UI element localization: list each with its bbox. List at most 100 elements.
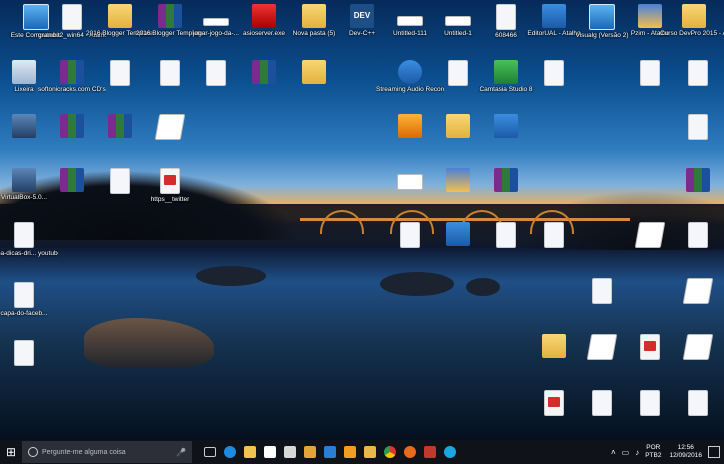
start-button[interactable]: ⊞ <box>0 440 22 464</box>
notepad-icon <box>682 334 714 360</box>
desktop-icon-doc-c[interactable] <box>664 60 724 86</box>
taskbar-app-orange[interactable] <box>340 440 360 464</box>
taskbar-pinned-apps <box>200 440 460 464</box>
taskbar-explorer[interactable] <box>240 440 260 464</box>
winrar-icon <box>494 168 518 192</box>
winrar-icon <box>252 60 276 84</box>
desktop-icon-rar-f[interactable] <box>472 168 540 192</box>
icon-label: Curso DevPro 2015 - Atalho <box>660 30 724 37</box>
taskbar-chrome[interactable] <box>380 440 400 464</box>
language-code: POR <box>646 444 661 451</box>
pdf-icon <box>640 334 660 360</box>
taskbar-photos[interactable] <box>300 440 320 464</box>
language-indicator[interactable]: POR PTB2 <box>645 444 661 460</box>
app-icon <box>398 114 422 138</box>
icon-label: capa-do-faceb... <box>0 310 48 317</box>
taskbar: ⊞ Pergunte-me alguma coisa 🎤 ˄ ▭ ♪ POR P… <box>0 440 724 464</box>
pdf-icon <box>544 390 564 416</box>
winrar-icon <box>158 4 182 28</box>
media-icon <box>284 446 296 458</box>
desktop-icon-rar-g[interactable] <box>664 168 724 192</box>
desktop-icon-notepad-c[interactable] <box>664 278 724 304</box>
taskbar-store[interactable] <box>260 440 280 464</box>
icon-label: Camtasia Studio 8 <box>479 86 533 93</box>
app-icon <box>398 60 422 84</box>
app-icon <box>542 4 566 28</box>
file-icon <box>14 282 34 308</box>
file-icon <box>448 60 468 86</box>
folder-icon <box>682 4 706 28</box>
search-placeholder: Pergunte-me alguma coisa <box>42 448 126 456</box>
vscode-icon <box>324 446 336 458</box>
image-icon <box>446 222 470 246</box>
icon-label: VirtualBox-5.0... <box>0 194 48 201</box>
taskbar-folder-b[interactable] <box>360 440 380 464</box>
file-icon <box>14 222 34 248</box>
volume-icon[interactable]: ♪ <box>635 448 639 457</box>
folder-icon <box>244 446 256 458</box>
clock[interactable]: 12:56 12/09/2016 <box>669 444 702 460</box>
rock-decor <box>380 272 454 296</box>
desktop-icon-file-j[interactable] <box>0 340 58 366</box>
taskbar-skype[interactable] <box>440 440 460 464</box>
desktop-icon-file-m[interactable] <box>664 390 724 416</box>
folder-icon <box>302 60 326 84</box>
folder-icon <box>446 114 470 138</box>
desktop-icon-doc-a[interactable] <box>520 60 588 86</box>
desktop-icon-capa-facebook[interactable]: capa-do-faceb... <box>0 282 58 318</box>
app-icon <box>494 114 518 138</box>
rock-decor <box>84 318 214 368</box>
desktop-icon-devpro[interactable]: Curso DevPro 2015 - Atalho <box>660 4 724 38</box>
app-icon <box>589 4 615 30</box>
desktop-icon-file-i[interactable] <box>568 278 636 304</box>
keyboard-layout: PTB2 <box>645 452 662 459</box>
desktop-icon-twitter-pdf[interactable]: https__twitter <box>136 168 204 204</box>
taskbar-firefox[interactable] <box>400 440 420 464</box>
chevron-up-icon[interactable]: ˄ <box>611 448 616 457</box>
app-icon <box>494 60 518 84</box>
desktop: Este Computador grambit2_win64 - Atalho … <box>0 0 724 440</box>
file-icon <box>688 390 708 416</box>
icon-label: https__twitter <box>150 196 190 203</box>
firefox-icon <box>404 446 416 458</box>
cortana-search-box[interactable]: Pergunte-me alguma coisa 🎤 <box>22 441 192 463</box>
desktop-icon-doc-e[interactable] <box>664 222 724 248</box>
store-icon <box>264 446 276 458</box>
desktop-icon-doc-d[interactable] <box>664 114 724 140</box>
image-icon <box>446 168 470 192</box>
winrar-icon <box>60 168 84 192</box>
microphone-icon[interactable]: 🎤 <box>176 448 186 457</box>
network-icon[interactable]: ▭ <box>622 448 630 457</box>
file-icon <box>688 222 708 248</box>
taskbar-app-red[interactable] <box>420 440 440 464</box>
winrar-icon <box>60 60 84 84</box>
icon-label: Streaming Audio Recorder <box>376 86 444 93</box>
file-icon <box>496 4 516 30</box>
pdf-icon <box>160 168 180 194</box>
cortana-icon <box>28 447 38 457</box>
task-view-button[interactable] <box>200 440 220 464</box>
desktop-icon-folder-b[interactable] <box>280 60 348 84</box>
file-icon <box>544 222 564 248</box>
winrar-icon <box>686 168 710 192</box>
desktop-icon-notepad-e[interactable] <box>664 334 724 360</box>
file-icon <box>592 390 612 416</box>
icon-label: capa-dicas-dri... youtube <box>0 250 58 257</box>
desktop-icon-notepad[interactable] <box>136 114 204 140</box>
file-icon <box>206 60 226 86</box>
virtualbox-icon <box>12 114 36 138</box>
desktop-icon-capa-youtube[interactable]: capa-dicas-dri... youtube <box>0 222 58 258</box>
file-icon <box>110 168 130 194</box>
notifications-icon[interactable] <box>708 446 720 458</box>
desktop-icon-file-h[interactable] <box>520 222 588 248</box>
taskbar-edge[interactable] <box>220 440 240 464</box>
printer-icon <box>397 174 423 190</box>
file-icon <box>496 222 516 248</box>
taskbar-vscode[interactable] <box>320 440 340 464</box>
desktop-icon-blue-app[interactable] <box>472 114 540 138</box>
taskbar-media[interactable] <box>280 440 300 464</box>
file-icon <box>62 4 82 30</box>
task-view-icon <box>204 447 216 457</box>
rock-decor <box>466 278 500 296</box>
rock-decor <box>196 266 266 286</box>
